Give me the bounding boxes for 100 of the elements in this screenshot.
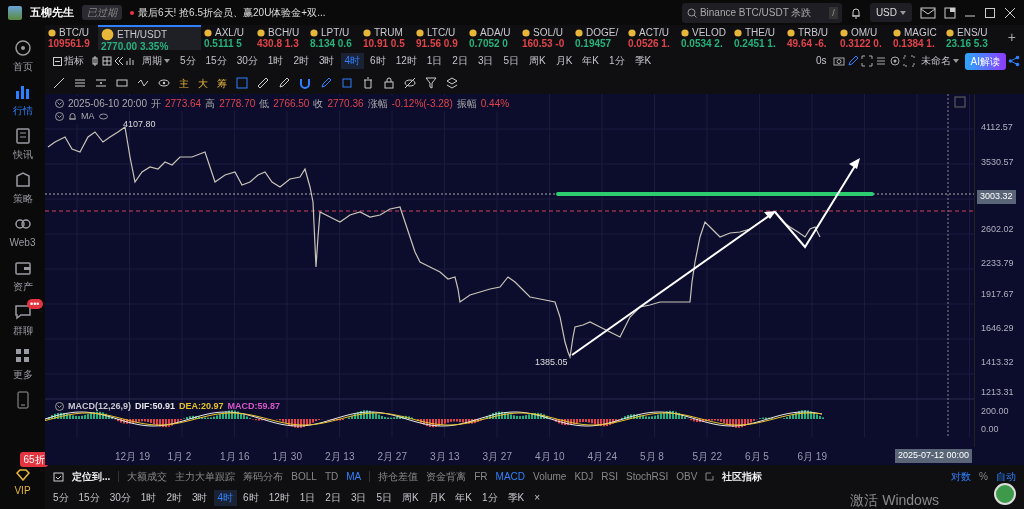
camera-icon[interactable] <box>832 55 845 67</box>
ruler-icon[interactable] <box>257 77 269 89</box>
timeframe-tab[interactable]: 2时 <box>289 53 313 69</box>
timeframe-tab[interactable]: 季K <box>503 490 529 506</box>
timeframe-tab[interactable]: 季K <box>630 53 656 69</box>
timeframe-tab[interactable]: 6时 <box>366 53 390 69</box>
sidebar-item[interactable]: 更多 <box>2 347 43 382</box>
period-dropdown[interactable]: 周期 <box>138 53 174 69</box>
timeframe-tab[interactable]: 5日 <box>499 53 523 69</box>
timeframe-tab[interactable]: 月K <box>551 53 577 69</box>
timeframe-tab[interactable]: 3时 <box>187 490 212 506</box>
bell-icon[interactable] <box>849 6 862 19</box>
ticker-tab[interactable]: ADA/U 0.7052 0 <box>466 25 519 50</box>
sidebar-item[interactable]: Web3 <box>2 215 43 250</box>
collapse-icon[interactable] <box>55 99 64 108</box>
ticker-tab[interactable]: THE/U 0.2451 1. <box>731 25 784 50</box>
rewind-icon[interactable] <box>114 56 124 66</box>
pencil-icon[interactable] <box>320 77 332 89</box>
frame-icon[interactable] <box>860 55 873 67</box>
timeframe-tab[interactable]: 2时 <box>162 490 186 506</box>
indicator-toggle[interactable]: 主力大单跟踪 <box>175 468 236 484</box>
ticker-tab[interactable]: OM/U 0.3122 0. <box>837 25 890 50</box>
indicator-toggle[interactable]: 资金背离 <box>426 468 467 484</box>
ticker-tab[interactable]: DOGE/ 0.19457 <box>572 25 625 50</box>
indicator-toggle[interactable]: StochRSI <box>626 468 669 484</box>
timeframe-tab[interactable]: 15分 <box>201 53 231 69</box>
indicator-button[interactable]: 指标 <box>49 53 88 69</box>
layout-dropdown[interactable]: 未命名 <box>916 53 963 69</box>
wave-tool-icon[interactable] <box>137 77 149 89</box>
timeframe-tab[interactable]: 2日 <box>321 490 345 506</box>
timeframe-tab[interactable]: 1分 <box>478 490 502 506</box>
timeframe-tab[interactable]: 12时 <box>264 490 294 506</box>
mail-icon[interactable] <box>920 6 936 19</box>
timeframe-tab[interactable]: 15分 <box>74 490 104 506</box>
currency-dropdown[interactable]: USD <box>869 3 912 22</box>
indicator-toggle[interactable]: FR <box>474 468 488 484</box>
timeframe-tab[interactable]: 月K <box>424 490 450 506</box>
stack-icon[interactable] <box>446 77 458 89</box>
ai-button[interactable]: AI解读 <box>964 52 1006 70</box>
grid-icon[interactable] <box>102 56 112 66</box>
edit-icon[interactable] <box>705 471 715 481</box>
indicator-toggle[interactable]: TD <box>324 468 339 484</box>
timeframe-tab[interactable]: 2日 <box>448 53 472 69</box>
timeframe-tab[interactable]: 12时 <box>391 53 421 69</box>
calendar-icon[interactable] <box>53 470 64 482</box>
indicator-toggle[interactable]: 大额成交 <box>127 468 168 484</box>
rect-tool-icon[interactable] <box>116 77 128 89</box>
ticker-tab[interactable]: AXL/U 0.5111 5 <box>201 25 254 50</box>
parallel-lines-icon[interactable] <box>74 77 86 89</box>
timeframe-tab[interactable]: 周K <box>398 490 423 506</box>
sidebar-item[interactable]: 行情 <box>2 83 43 118</box>
scale-option[interactable]: 自动 <box>996 468 1016 484</box>
indicator-toggle[interactable]: RSI <box>601 468 618 484</box>
ticker-tab[interactable]: BCH/U 430.8 1.3 <box>254 25 307 50</box>
candle-icon[interactable] <box>90 56 100 66</box>
lock-icon[interactable] <box>383 77 395 89</box>
add-ticker-button[interactable]: + <box>999 25 1024 50</box>
app-logo-icon[interactable] <box>994 483 1016 505</box>
ticker-tab[interactable]: SOL/U 160.53 -0 <box>519 25 572 50</box>
scale-option[interactable]: 对数 <box>951 468 972 484</box>
collapse-icon[interactable] <box>55 402 64 412</box>
ticker-tab[interactable]: LPT/U 8.134 0.6 <box>307 25 360 50</box>
timeframe-tab[interactable]: 1日 <box>422 53 447 69</box>
share-icon[interactable] <box>1008 55 1020 67</box>
timeframe-tab[interactable]: 5分 <box>49 490 73 506</box>
ticker-tab[interactable]: ACT/U 0.0526 1. <box>625 25 678 50</box>
overlay-toggle[interactable]: 主 <box>179 75 189 91</box>
indicator-toggle[interactable]: MACD <box>495 468 526 484</box>
indicator-toggle[interactable]: 筹码分布 <box>243 468 284 484</box>
phone-icon[interactable] <box>16 391 29 409</box>
timeframe-tab[interactable]: 30分 <box>232 53 262 69</box>
timeframe-tab[interactable]: 1时 <box>263 53 288 69</box>
close-button[interactable]: × <box>530 490 545 506</box>
pen-icon[interactable] <box>846 55 859 67</box>
timeframe-tab[interactable]: 年K <box>578 53 603 69</box>
indicator-toggle[interactable]: OBV <box>676 468 698 484</box>
settings-icon[interactable] <box>888 55 901 67</box>
alert-icon[interactable] <box>68 112 77 122</box>
chart-type-icon[interactable] <box>126 56 136 66</box>
overlay-toggle[interactable]: 筹 <box>217 75 227 91</box>
timeframe-tab[interactable]: 3日 <box>346 490 371 506</box>
timeframe-tab[interactable]: 4时 <box>213 490 238 506</box>
maximize-icon[interactable] <box>984 6 996 19</box>
timeframe-tab[interactable]: 1分 <box>605 53 629 69</box>
timeframe-tab[interactable]: 5分 <box>176 53 200 69</box>
close-icon[interactable] <box>1004 6 1016 19</box>
ticker-tab[interactable]: BTC/U 109561.9 <box>45 25 98 50</box>
eye-off-icon[interactable] <box>404 77 416 89</box>
magnet-icon[interactable] <box>299 77 311 89</box>
timeframe-tab[interactable]: 1时 <box>136 490 161 506</box>
timeframe-tab[interactable]: 5日 <box>372 490 396 506</box>
pin-window-icon[interactable] <box>944 6 956 19</box>
collapse-icon[interactable] <box>55 112 64 122</box>
channel-icon[interactable] <box>95 77 107 89</box>
scale-option[interactable]: % <box>979 468 988 484</box>
indicator-toggle[interactable]: BOLL <box>291 468 317 484</box>
line-tool-icon[interactable] <box>53 77 65 89</box>
trash-icon[interactable] <box>362 77 374 89</box>
indicator-toggle[interactable]: MA <box>346 468 362 484</box>
timeframe-tab[interactable]: 1日 <box>295 490 320 506</box>
